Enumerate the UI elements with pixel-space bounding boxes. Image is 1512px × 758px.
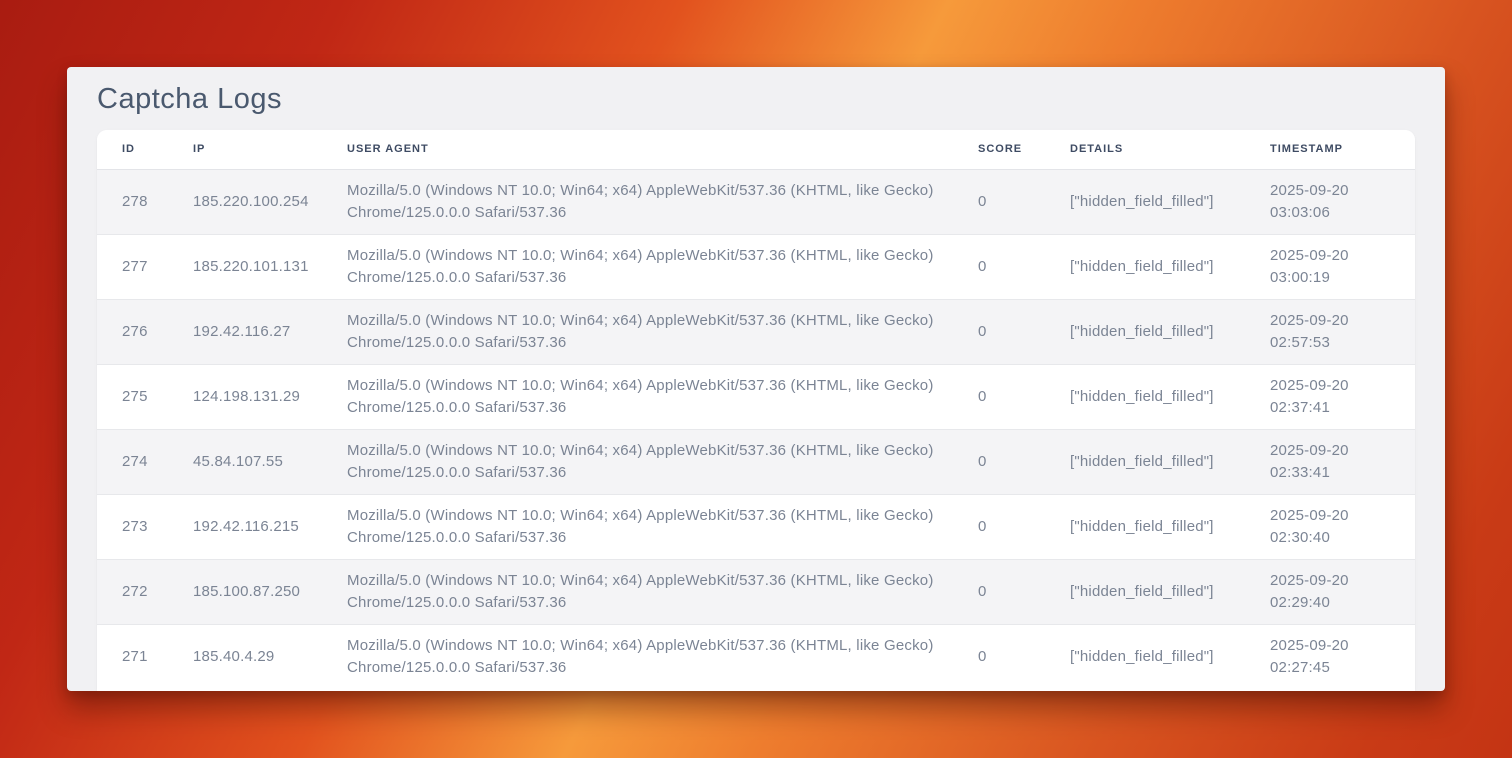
cell-id: 273 <box>97 494 193 559</box>
cell-id: 275 <box>97 364 193 429</box>
cell-timestamp: 2025-09-20 02:57:53 <box>1270 299 1415 364</box>
cell-details: ["hidden_field_filled"] <box>1070 364 1270 429</box>
column-header-ip: IP <box>193 130 347 169</box>
table-row[interactable]: 278 185.220.100.254 Mozilla/5.0 (Windows… <box>97 169 1415 234</box>
cell-timestamp: 2025-09-20 02:27:45 <box>1270 624 1415 689</box>
table-row[interactable]: 276 192.42.116.27 Mozilla/5.0 (Windows N… <box>97 299 1415 364</box>
logs-table-container: ID IP USER AGENT SCORE DETAILS TIMESTAMP… <box>97 130 1415 691</box>
table-row[interactable]: 273 192.42.116.215 Mozilla/5.0 (Windows … <box>97 494 1415 559</box>
cell-user-agent: Mozilla/5.0 (Windows NT 10.0; Win64; x64… <box>347 559 978 624</box>
cell-user-agent: Mozilla/5.0 (Windows NT 10.0; Win64; x64… <box>347 234 978 299</box>
cell-score: 0 <box>978 624 1070 689</box>
cell-user-agent: Mozilla/5.0 (Windows NT 10.0; Win64; x64… <box>347 429 978 494</box>
cell-timestamp: 2025-09-20 02:37:41 <box>1270 364 1415 429</box>
table-row[interactable]: 271 185.40.4.29 Mozilla/5.0 (Windows NT … <box>97 624 1415 689</box>
cell-details: ["hidden_field_filled"] <box>1070 624 1270 689</box>
logs-table-body: 278 185.220.100.254 Mozilla/5.0 (Windows… <box>97 169 1415 689</box>
table-row[interactable]: 275 124.198.131.29 Mozilla/5.0 (Windows … <box>97 364 1415 429</box>
cell-id: 276 <box>97 299 193 364</box>
cell-score: 0 <box>978 429 1070 494</box>
cell-user-agent: Mozilla/5.0 (Windows NT 10.0; Win64; x64… <box>347 494 978 559</box>
column-header-score: SCORE <box>978 130 1070 169</box>
cell-score: 0 <box>978 299 1070 364</box>
cell-details: ["hidden_field_filled"] <box>1070 429 1270 494</box>
cell-details: ["hidden_field_filled"] <box>1070 169 1270 234</box>
column-header-details: DETAILS <box>1070 130 1270 169</box>
column-header-id: ID <box>97 130 193 169</box>
logs-table: ID IP USER AGENT SCORE DETAILS TIMESTAMP… <box>97 130 1415 689</box>
column-header-user-agent: USER AGENT <box>347 130 978 169</box>
cell-ip: 45.84.107.55 <box>193 429 347 494</box>
cell-user-agent: Mozilla/5.0 (Windows NT 10.0; Win64; x64… <box>347 624 978 689</box>
cell-details: ["hidden_field_filled"] <box>1070 494 1270 559</box>
table-row[interactable]: 277 185.220.101.131 Mozilla/5.0 (Windows… <box>97 234 1415 299</box>
cell-id: 277 <box>97 234 193 299</box>
cell-details: ["hidden_field_filled"] <box>1070 234 1270 299</box>
column-header-timestamp: TIMESTAMP <box>1270 130 1415 169</box>
cell-ip: 185.40.4.29 <box>193 624 347 689</box>
cell-details: ["hidden_field_filled"] <box>1070 559 1270 624</box>
cell-ip: 185.100.87.250 <box>193 559 347 624</box>
cell-score: 0 <box>978 494 1070 559</box>
cell-ip: 124.198.131.29 <box>193 364 347 429</box>
cell-user-agent: Mozilla/5.0 (Windows NT 10.0; Win64; x64… <box>347 299 978 364</box>
cell-id: 271 <box>97 624 193 689</box>
table-row[interactable]: 274 45.84.107.55 Mozilla/5.0 (Windows NT… <box>97 429 1415 494</box>
cell-timestamp: 2025-09-20 03:00:19 <box>1270 234 1415 299</box>
cell-timestamp: 2025-09-20 02:30:40 <box>1270 494 1415 559</box>
cell-id: 274 <box>97 429 193 494</box>
page-title: Captcha Logs <box>97 83 1415 116</box>
cell-timestamp: 2025-09-20 02:29:40 <box>1270 559 1415 624</box>
cell-user-agent: Mozilla/5.0 (Windows NT 10.0; Win64; x64… <box>347 169 978 234</box>
cell-score: 0 <box>978 559 1070 624</box>
cell-timestamp: 2025-09-20 02:33:41 <box>1270 429 1415 494</box>
captcha-logs-card: Captcha Logs ID IP USER AGENT SCORE DETA… <box>67 67 1445 691</box>
cell-ip: 192.42.116.215 <box>193 494 347 559</box>
cell-details: ["hidden_field_filled"] <box>1070 299 1270 364</box>
table-row[interactable]: 272 185.100.87.250 Mozilla/5.0 (Windows … <box>97 559 1415 624</box>
cell-user-agent: Mozilla/5.0 (Windows NT 10.0; Win64; x64… <box>347 364 978 429</box>
cell-ip: 185.220.101.131 <box>193 234 347 299</box>
cell-ip: 185.220.100.254 <box>193 169 347 234</box>
table-header-row: ID IP USER AGENT SCORE DETAILS TIMESTAMP <box>97 130 1415 169</box>
cell-score: 0 <box>978 234 1070 299</box>
cell-score: 0 <box>978 169 1070 234</box>
cell-id: 272 <box>97 559 193 624</box>
page-background: Captcha Logs ID IP USER AGENT SCORE DETA… <box>0 0 1512 758</box>
cell-timestamp: 2025-09-20 03:03:06 <box>1270 169 1415 234</box>
cell-ip: 192.42.116.27 <box>193 299 347 364</box>
cell-score: 0 <box>978 364 1070 429</box>
cell-id: 278 <box>97 169 193 234</box>
